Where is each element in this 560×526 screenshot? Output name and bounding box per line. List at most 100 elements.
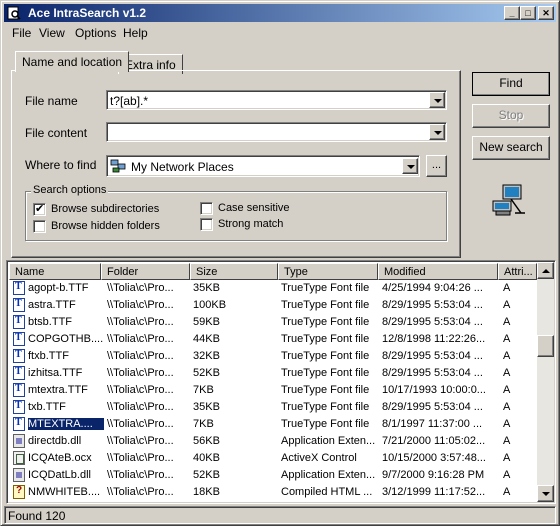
title-bar[interactable]: Ace IntraSearch v1.2 _ □ ✕ [4,4,556,22]
file-name-dropdown-icon[interactable] [429,92,445,108]
checkbox-icon[interactable] [200,218,213,231]
case-sensitive-label: Case sensitive [218,202,290,214]
column-header-attributes[interactable]: Attri... [498,263,537,280]
where-to-find-combo[interactable]: My Network Places [106,155,420,177]
font-file-icon [13,383,25,397]
stop-button[interactable]: Stop [472,104,550,128]
results-scrollbar[interactable] [537,262,554,502]
font-file-icon [13,366,25,380]
find-button[interactable]: Find [472,72,550,96]
search-options-group: Search options Browse subdirectories Bro… [25,184,447,241]
table-row[interactable]: btsb.TTF \\Tolia\c\Pro... 59KB TrueType Fon… [9,314,537,331]
column-header-modified[interactable]: Modified [378,263,498,280]
cell-folder: \\Tolia\c\Pro... [107,333,174,345]
cell-name: NMWHITEB.... [28,486,101,498]
results-list[interactable]: Name Folder Size Type Modified Attri... … [6,260,556,504]
table-row[interactable]: izhitsa.TTF \\Tolia\c\Pro... 52KB TrueType … [9,365,537,382]
table-row[interactable]: astra.TTF \\Tolia\c\Pro... 100KB TrueType F… [9,297,537,314]
search-options-legend: Search options [31,184,109,196]
cell-name: mtextra.TTF [28,384,88,396]
table-row[interactable]: NMWHITEB.... \\Tolia\c\Pro... 18KB Compiled… [9,484,537,501]
cell-attr: A [503,350,511,362]
cell-attr: A [503,435,511,447]
cell-attr: A [503,401,511,413]
checkbox-icon[interactable] [33,220,46,233]
cell-modified: 8/29/1995 5:53:04 ... [382,401,483,413]
dll-file-icon [13,468,25,482]
where-to-find-label: Where to find [25,158,97,172]
font-file-icon [13,315,25,329]
menu-file[interactable]: File [12,26,31,40]
table-row[interactable]: directdb.dll \\Tolia\c\Pro... 56KB Applicat… [9,433,537,450]
scroll-down-icon[interactable] [537,485,554,502]
cell-folder: \\Tolia\c\Pro... [107,384,174,396]
window-title: Ace IntraSearch v1.2 [28,6,147,20]
table-row[interactable]: ICQDatLb.dll \\Tolia\c\Pro... 52KB Applicat… [9,467,537,484]
font-file-icon [13,332,25,346]
table-row[interactable]: ftxb.TTF \\Tolia\c\Pro... 32KB TrueType Fon… [9,348,537,365]
table-row[interactable]: agopt-b.TTF \\Tolia\c\Pro... 35KB TrueType … [9,280,537,297]
cell-attr: A [503,452,511,464]
column-header-size[interactable]: Size [190,263,278,280]
cell-attr: A [503,367,511,379]
cell-type: ActiveX Control [281,452,357,464]
font-file-icon [13,349,25,363]
cell-attr: A [503,316,511,328]
cell-name: astra.TTF [28,299,76,311]
file-name-combo[interactable]: t?[ab].* [106,90,447,110]
maximize-button[interactable]: □ [520,6,536,20]
cell-modified: 8/29/1995 5:53:04 ... [382,367,483,379]
file-content-combo[interactable] [106,122,447,142]
cell-modified: 8/29/1995 5:53:04 ... [382,316,483,328]
scroll-up-icon[interactable] [537,262,554,279]
checkbox-icon[interactable] [200,202,213,215]
cell-size: 52KB [193,469,220,481]
strong-match-label: Strong match [218,218,284,230]
cell-name: directdb.dll [28,435,82,447]
close-button[interactable]: ✕ [538,6,554,20]
where-to-find-dropdown-icon[interactable] [402,158,418,174]
status-text: Found 120 [8,509,66,523]
cell-modified: 12/8/1998 11:22:26... [382,333,486,345]
cell-modified: 7/21/2000 11:05:02... [382,435,486,447]
main-window: Ace IntraSearch v1.2 _ □ ✕ File View Opt… [0,0,560,526]
cell-attr: A [503,299,511,311]
cell-type: TrueType Font file [281,367,370,379]
file-name-value: t?[ab].* [110,94,149,108]
menu-view[interactable]: View [39,26,65,40]
cell-name: ICQDatLb.dll [28,469,91,481]
table-row[interactable]: txb.TTF \\Tolia\c\Pro... 35KB TrueType Font… [9,399,537,416]
browse-button[interactable]: ... [426,155,447,177]
table-row[interactable]: mtextra.TTF \\Tolia\c\Pro... 7KB TrueType F… [9,382,537,399]
cell-attr: A [503,282,511,294]
cell-folder: \\Tolia\c\Pro... [107,299,174,311]
column-header-type[interactable]: Type [278,263,378,280]
new-search-button[interactable]: New search [472,136,550,160]
table-row[interactable]: COPGOTHB....\\Tolia\c\Pro... 44KB TrueType… [9,331,537,348]
table-row[interactable]: MTEXTRA....\\Tolia\c\Pro... 7KB TrueType F… [9,416,537,433]
minimize-button[interactable]: _ [504,6,520,20]
cell-folder: \\Tolia\c\Pro... [107,435,174,447]
cell-attr: A [503,469,511,481]
scroll-thumb[interactable] [537,335,554,357]
cell-folder: \\Tolia\c\Pro... [107,350,174,362]
menu-bar: File View Options Help [4,24,556,42]
checkbox-checked-icon[interactable] [33,202,46,216]
cell-name: agopt-b.TTF [28,282,89,294]
cell-folder: \\Tolia\c\Pro... [107,469,174,481]
file-content-label: File content [25,126,88,140]
menu-help[interactable]: Help [123,26,148,40]
menu-options[interactable]: Options [75,26,116,40]
file-content-dropdown-icon[interactable] [429,124,445,140]
cell-type: TrueType Font file [281,299,370,311]
column-header-name[interactable]: Name [9,263,101,280]
cell-size: 7KB [193,418,214,430]
cell-size: 52KB [193,367,220,379]
cell-name: MTEXTRA.... [27,417,105,431]
table-row[interactable]: ICQAteB.ocx \\Tolia\c\Pro... 40KB ActiveX C… [9,450,537,467]
cell-type: TrueType Font file [281,418,370,430]
column-header-folder[interactable]: Folder [101,263,190,280]
app-search-icon [7,6,21,20]
tab-name-and-location[interactable]: Name and location [15,51,130,72]
network-computer-icon [492,184,525,216]
